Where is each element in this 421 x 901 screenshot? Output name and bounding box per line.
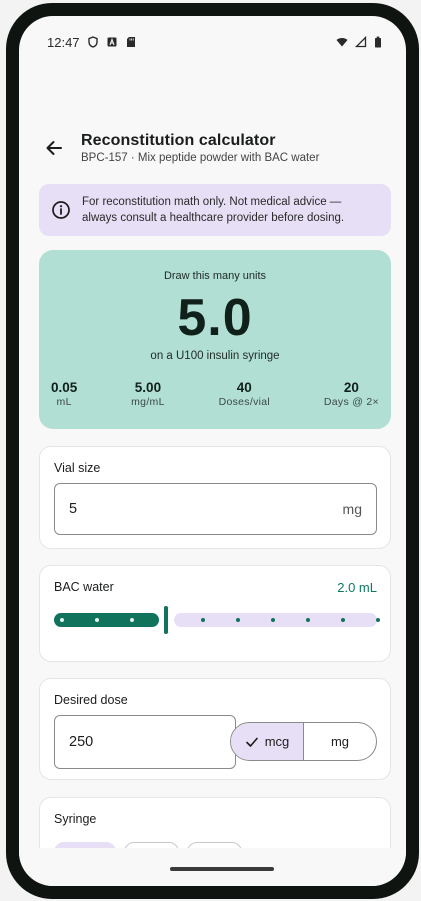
stat-value: 0.05 <box>51 380 78 395</box>
phone-frame: 12:47 Reconstitution calculator BPC-157 … <box>6 3 419 899</box>
stat-concentration: 5.00 mg/mL <box>131 380 165 408</box>
desired-dose-value: 250 <box>69 734 94 750</box>
slider-tick <box>306 618 310 622</box>
bac-water-value: 2.0 mL <box>337 580 377 595</box>
unit-mg-button[interactable]: mg <box>304 723 376 760</box>
slider-tick <box>376 618 380 622</box>
vial-size-label: Vial size <box>54 461 101 475</box>
check-icon <box>245 737 258 747</box>
disclaimer-line-1: For reconstitution math only. Not medica… <box>82 196 342 208</box>
bac-water-label: BAC water <box>54 580 114 594</box>
bac-water-card: BAC water 2.0 mL <box>39 565 391 662</box>
status-bar: 12:47 <box>19 30 406 54</box>
unit-mcg-button[interactable]: mcg <box>231 723 303 760</box>
result-heading: Draw this many units <box>163 270 267 282</box>
slider-tick <box>130 618 134 622</box>
slider-tick <box>95 618 99 622</box>
wifi-icon <box>336 37 348 47</box>
desired-dose-label: Desired dose <box>54 693 128 707</box>
vial-size-input[interactable]: 5 mg <box>54 483 377 535</box>
page-subtitle: BPC-157 · Mix peptide powder with BAC wa… <box>81 152 320 164</box>
stat-value: 5.00 <box>134 380 162 395</box>
disclaimer-banner: For reconstitution math only. Not medica… <box>39 184 391 236</box>
stat-label: mg/mL <box>131 396 165 408</box>
syringe-label: Syringe <box>54 812 97 826</box>
vial-size-unit: mg <box>342 501 362 517</box>
home-indicator[interactable] <box>170 867 274 871</box>
stat-days: 20 Days @ 2× <box>324 380 379 408</box>
a-box-icon <box>107 37 117 47</box>
result-syringe-note: on a U100 insulin syringe <box>150 350 280 362</box>
result-card: Draw this many units 5.0 on a U100 insul… <box>39 250 391 429</box>
battery-icon <box>375 36 381 48</box>
result-stats: 0.05 mL 5.00 mg/mL 40 Doses/vial 20 Days… <box>51 380 379 408</box>
bac-water-slider[interactable] <box>54 606 380 634</box>
vial-size-card: Vial size 5 mg <box>39 446 391 549</box>
signal-icon <box>355 36 367 48</box>
unit-mcg-label: mcg <box>264 734 290 749</box>
vial-size-value: 5 <box>69 501 78 517</box>
slider-tick <box>236 618 240 622</box>
stat-value: 20 <box>343 380 359 395</box>
dose-unit-toggle: mcg mg <box>230 722 377 761</box>
slider-thumb[interactable] <box>164 606 168 634</box>
info-icon <box>52 201 70 219</box>
stat-label: Doses/vial <box>218 396 271 408</box>
arrow-back-icon <box>46 141 62 155</box>
back-button[interactable] <box>41 135 67 161</box>
slider-tick <box>201 618 205 622</box>
shield-icon <box>87 36 98 48</box>
slider-tick <box>341 618 345 622</box>
app-header: Reconstitution calculator BPC-157 · Mix … <box>19 126 406 170</box>
stat-label: Days @ 2× <box>323 396 379 408</box>
status-time: 12:47 <box>47 34 80 50</box>
stat-label: mL <box>56 396 72 408</box>
unit-mg-label: mg <box>330 734 350 749</box>
result-units: 5.0 <box>177 289 253 347</box>
slider-tick <box>60 618 64 622</box>
stat-doses-per-vial: 40 Doses/vial <box>219 380 270 408</box>
screen: 12:47 Reconstitution calculator BPC-157 … <box>19 16 406 886</box>
slider-active-track <box>54 613 159 627</box>
page-title: Reconstitution calculator <box>81 132 276 149</box>
disclaimer-line-2: always consult a healthcare provider bef… <box>82 212 345 224</box>
desired-dose-input[interactable]: 250 <box>54 715 236 769</box>
desired-dose-card: Desired dose 250 mcg mg <box>39 678 391 780</box>
sd-card-icon <box>126 37 135 47</box>
slider-tick <box>271 618 275 622</box>
stat-volume: 0.05 mL <box>51 380 77 408</box>
stat-value: 40 <box>236 380 252 395</box>
